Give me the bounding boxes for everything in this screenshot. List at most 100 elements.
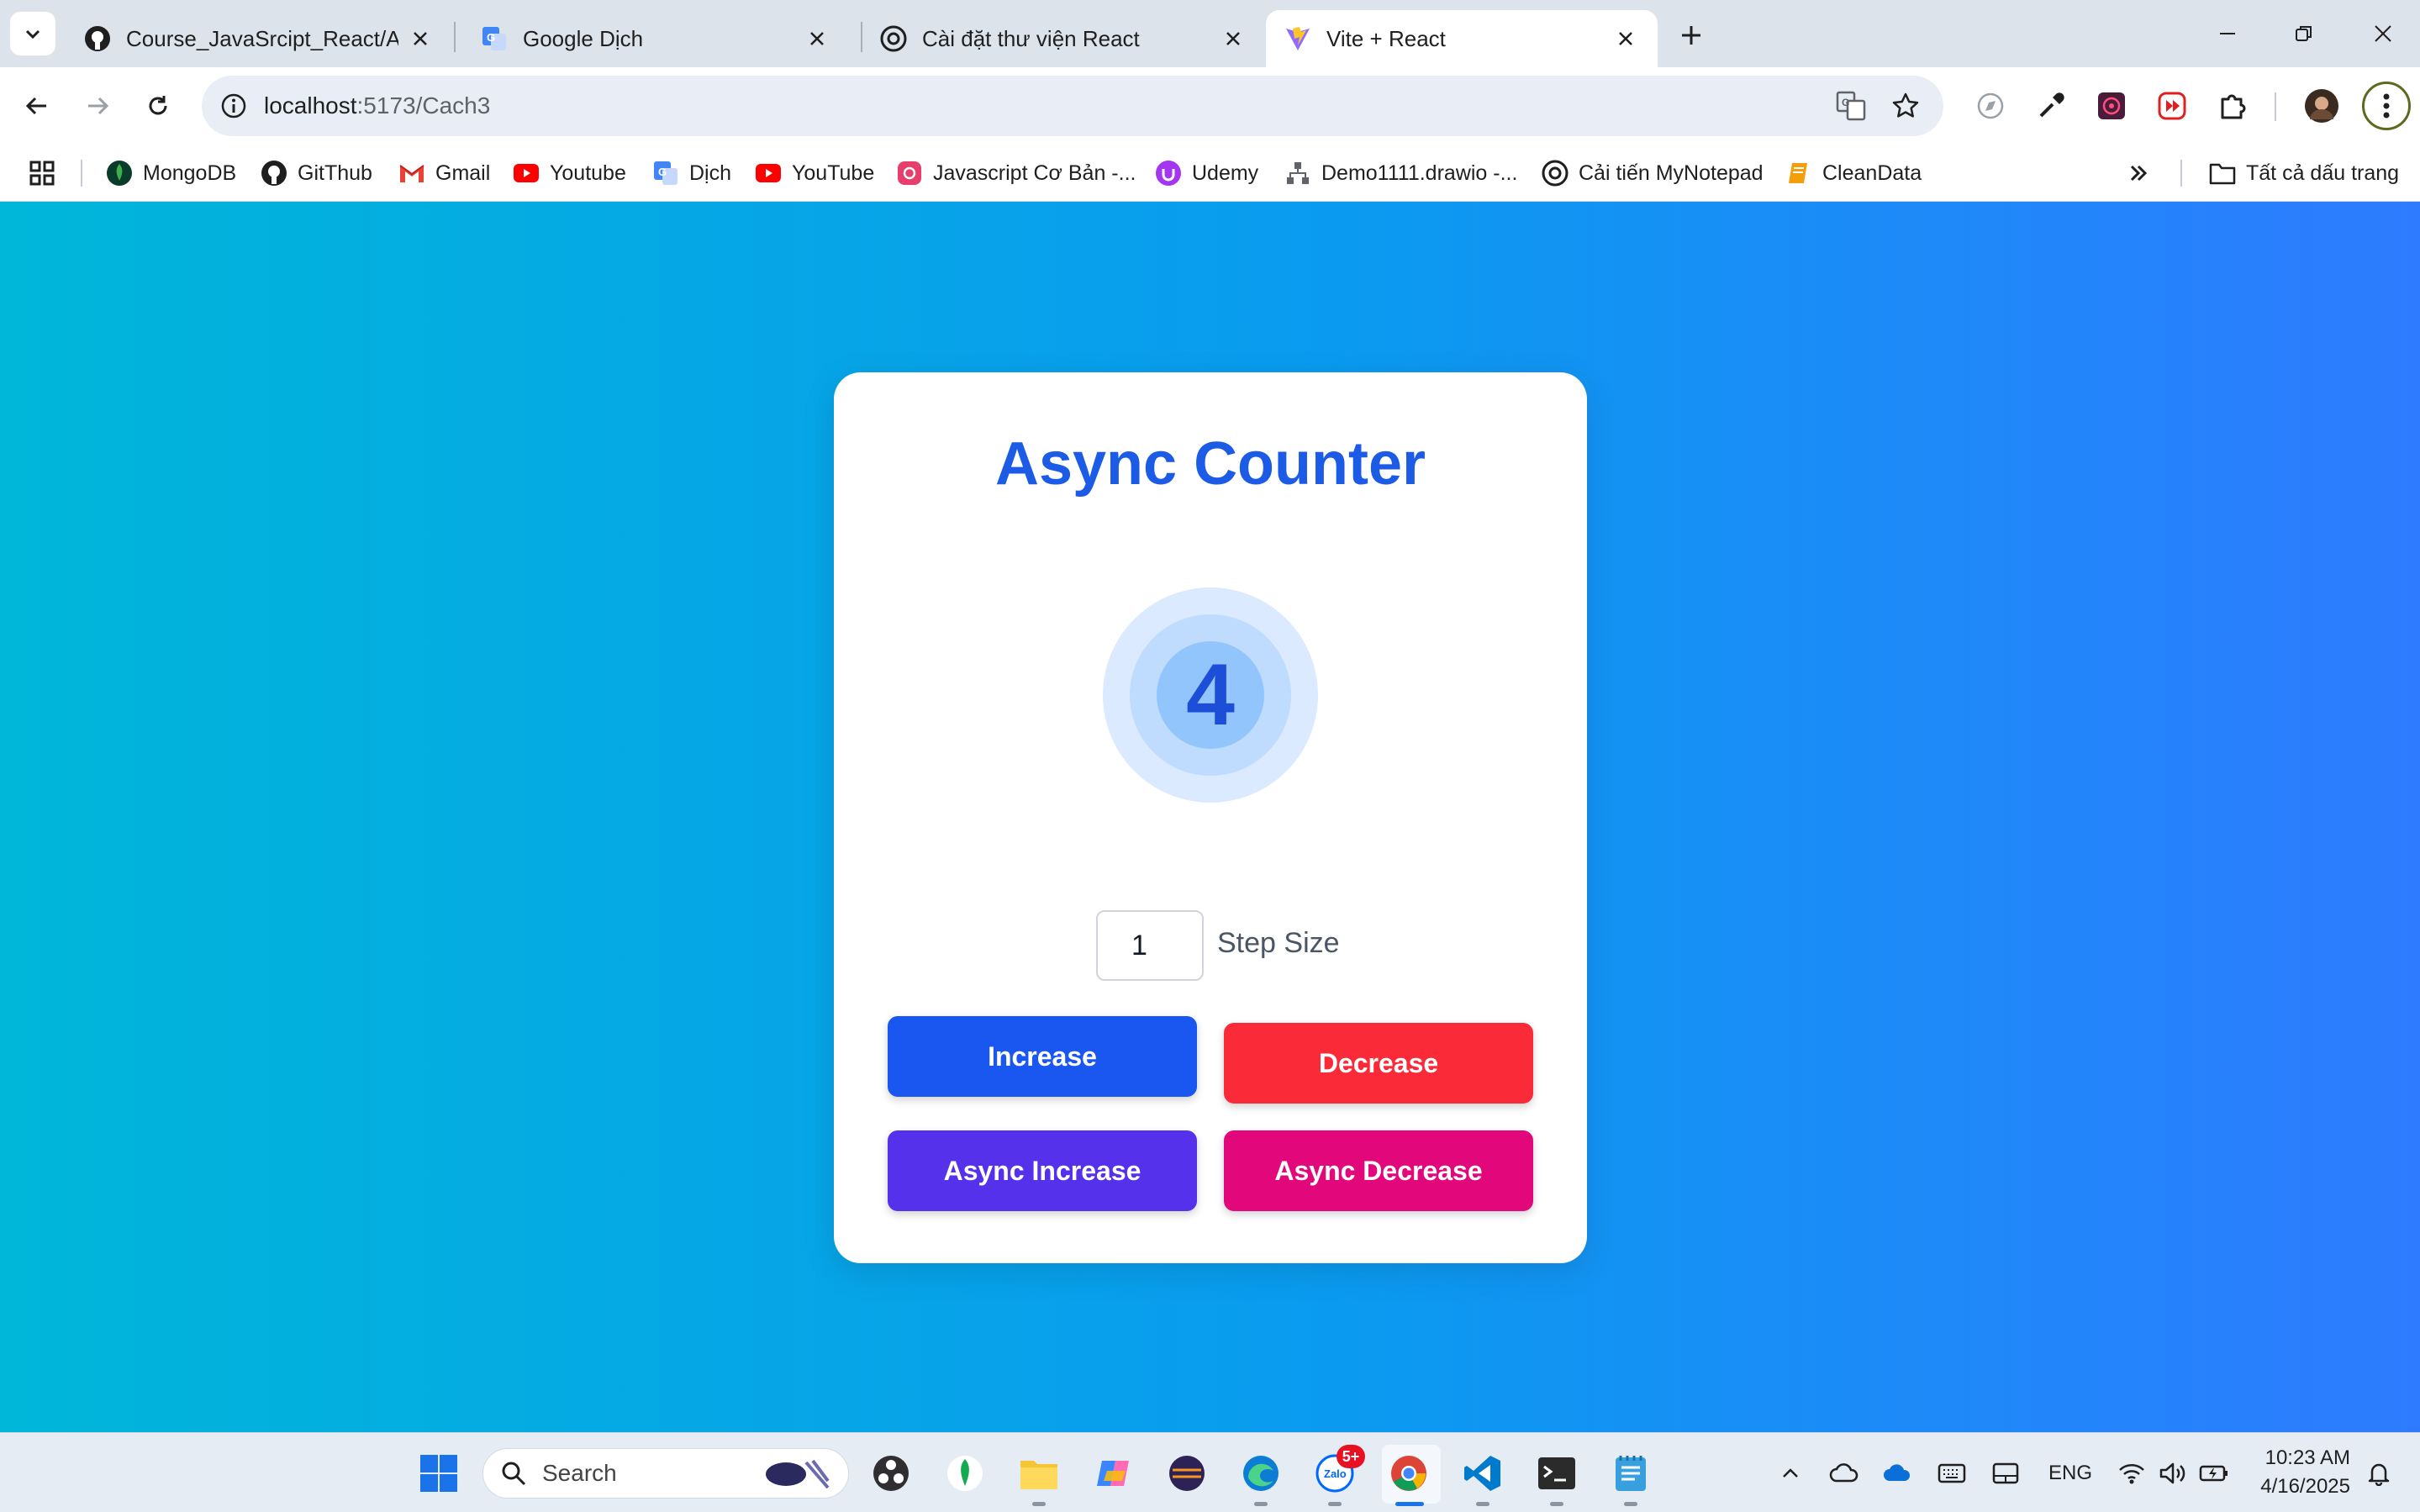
chevron-up-icon[interactable] [1772, 1455, 1809, 1492]
back-arrow-icon [25, 97, 46, 115]
tab-title: Vite + React [1326, 25, 1446, 51]
bookmark-label: Dịch [689, 161, 732, 185]
vscode-icon[interactable] [1461, 1451, 1505, 1495]
translate-icon[interactable]: G [1832, 87, 1869, 124]
tab-divider [454, 22, 456, 52]
tab-strip: Course_JavaSrcipt_React/Admin G Google D… [0, 0, 2420, 67]
obs-icon[interactable] [869, 1451, 913, 1495]
reload-button[interactable] [136, 84, 180, 128]
close-tab-icon[interactable] [804, 25, 830, 52]
async-increase-button[interactable]: Async Increase [888, 1130, 1197, 1211]
keyboard-icon[interactable] [1933, 1455, 1970, 1492]
windows-start-icon[interactable] [417, 1451, 461, 1495]
forward-button[interactable] [76, 84, 119, 128]
apps-button[interactable] [29, 155, 55, 192]
mongodb-compass-icon[interactable] [943, 1451, 987, 1495]
address-bar[interactable]: localhost:5173/Cach3 G [202, 76, 1943, 136]
bookmark-cleandata[interactable]: CleanData [1785, 155, 1922, 192]
increase-button[interactable]: Increase [888, 1016, 1197, 1097]
battery-charging-icon[interactable] [2196, 1455, 2233, 1492]
tab-react-install[interactable]: Cài đặt thư viện React [862, 10, 1265, 67]
search-placeholder: Search [542, 1460, 617, 1486]
async-decrease-button[interactable]: Async Decrease [1224, 1130, 1533, 1211]
page-viewport: Async Counter 4 Step Size Increase Decre… [0, 202, 2420, 1432]
react-devtools-icon[interactable] [2091, 86, 2132, 126]
browser-menu-button[interactable] [2362, 82, 2411, 130]
step-size-label: Step Size [1217, 927, 1340, 959]
tab-github[interactable]: Course_JavaSrcipt_React/Admin [66, 10, 452, 67]
compass-extension-icon[interactable] [1970, 86, 2011, 126]
double-chevron-right-icon [2130, 165, 2148, 182]
clock-date[interactable]: 4/16/2025 [2253, 1475, 2350, 1499]
volume-icon[interactable] [2154, 1455, 2191, 1492]
all-bookmarks-button[interactable]: Tất cả dấu trang [2209, 155, 2399, 192]
running-indicator [1254, 1502, 1268, 1506]
running-indicator [1624, 1502, 1637, 1506]
language-indicator[interactable]: ENG [2048, 1462, 2092, 1485]
tab-title: Google Dịch [523, 25, 644, 51]
notification-badge: 5+ [1337, 1445, 1365, 1468]
profile-avatar[interactable] [2301, 86, 2342, 126]
onedrive-icon[interactable] [1880, 1455, 1916, 1492]
new-tab-button[interactable] [1673, 17, 1710, 54]
terminal-icon[interactable] [1535, 1451, 1579, 1495]
copilot-icon[interactable] [1091, 1451, 1135, 1495]
bookmark-dich[interactable]: G Dịch [652, 155, 731, 192]
chrome-icon[interactable] [1387, 1451, 1431, 1495]
eyedropper-icon[interactable] [2031, 86, 2071, 126]
minimize-button[interactable] [2198, 12, 2257, 55]
touchpad-icon[interactable] [1987, 1455, 2024, 1492]
close-tab-icon[interactable] [1612, 25, 1639, 52]
bookmark-mynotepad[interactable]: Cải tiến MyNotepad [1542, 155, 1764, 192]
counter-display: 4 [1157, 641, 1264, 749]
bookmark-label: Tất cả dấu trang [2246, 161, 2400, 185]
tab-search-button[interactable] [10, 12, 55, 55]
tab-vite-react[interactable]: Vite + React [1266, 10, 1658, 67]
forward-arrow-icon [88, 97, 109, 115]
puzzle-icon[interactable] [2212, 86, 2253, 126]
wifi-icon[interactable] [2113, 1455, 2150, 1492]
decrease-button[interactable]: Decrease [1224, 1023, 1533, 1104]
bookmark-label: GitThub [298, 161, 372, 185]
step-size-input[interactable] [1096, 910, 1204, 981]
video-extension-icon[interactable] [2152, 86, 2192, 126]
bookmark-label: Demo1111.drawio -... [1321, 161, 1518, 185]
close-window-button[interactable] [2354, 12, 2412, 55]
more-bookmarks-button[interactable] [2127, 155, 2150, 192]
bookmark-gmail[interactable]: Gmail [398, 155, 490, 192]
close-tab-icon[interactable] [407, 25, 434, 52]
taskbar-search[interactable]: Search [482, 1448, 849, 1499]
back-button[interactable] [15, 84, 59, 128]
clock-time[interactable]: 10:23 AM [2258, 1446, 2350, 1470]
bookmark-github[interactable]: GitThub [261, 155, 372, 192]
eclipse-icon[interactable] [1165, 1451, 1209, 1495]
url-text[interactable]: localhost:5173/Cach3 [264, 76, 490, 136]
bookmark-udemy[interactable]: Udemy [1155, 155, 1258, 192]
zalo-icon[interactable]: Zalo 5+ [1313, 1445, 1365, 1495]
counter-value: 4 [1186, 645, 1235, 744]
close-tab-icon[interactable] [1220, 25, 1247, 52]
notepad-icon[interactable] [1609, 1451, 1653, 1495]
bookmark-label: Youtube [550, 161, 626, 185]
bookmarks-divider [2180, 160, 2182, 187]
bookmark-youtube-2[interactable]: YouTube [755, 155, 874, 192]
bookmark-mongodb[interactable]: MongoDB [106, 155, 236, 192]
bookmark-youtube[interactable]: Youtube [513, 155, 626, 192]
tab-google-translate[interactable]: G Google Dịch [462, 10, 849, 67]
svg-text:Zalo: Zalo [1324, 1467, 1347, 1480]
restore-button[interactable] [2275, 12, 2333, 55]
edge-icon[interactable] [1239, 1451, 1283, 1495]
running-indicator [1032, 1502, 1046, 1506]
cloud-outline-icon[interactable] [1826, 1455, 1863, 1492]
notification-bell-icon[interactable] [2360, 1455, 2397, 1492]
star-icon[interactable] [1887, 87, 1924, 124]
vite-icon [1284, 25, 1311, 52]
bookmark-drawio[interactable]: Demo1111.drawio -... [1284, 155, 1517, 192]
info-icon[interactable] [214, 86, 254, 126]
bookmark-javascript[interactable]: Javascript Cơ Bản -... [896, 155, 1136, 192]
chatgpt-icon [1542, 160, 1569, 187]
chevron-down-icon [25, 29, 40, 40]
google-translate-icon: G [652, 160, 679, 187]
file-explorer-icon[interactable] [1017, 1451, 1061, 1495]
counter-card: Async Counter 4 Step Size Increase Decre… [834, 372, 1587, 1263]
